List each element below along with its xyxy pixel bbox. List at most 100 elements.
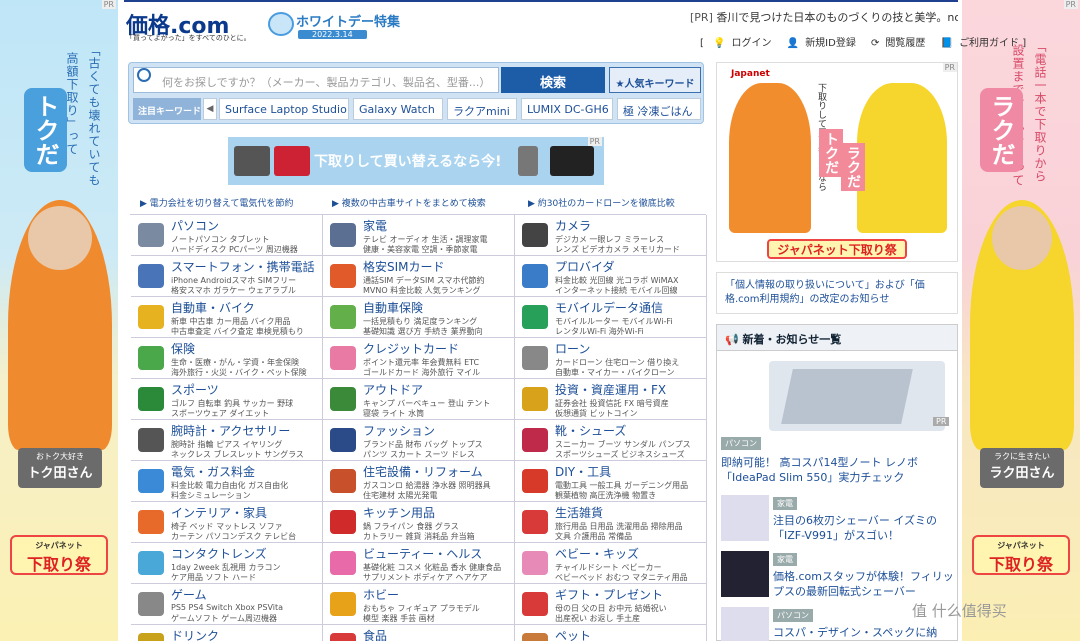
category-sublinks[interactable]: パンツ スカート スーツ ドレス — [363, 449, 513, 460]
category-cell[interactable]: モバイルデータ通信 モバイルルーター モバイルWi-Fi レンタルWi-Fi 海外W… — [515, 297, 707, 338]
category-cell[interactable]: ドリンク — [131, 625, 323, 641]
keyword-chip[interactable]: 極 冷凍ごはん — [617, 98, 701, 120]
category-sublinks[interactable]: 住宅建材 太陽光発電 — [363, 490, 513, 501]
category-name[interactable]: ベビー・キッズ — [555, 545, 639, 562]
category-cell[interactable]: ギフト・プレゼント 母の日 父の日 お中元 結婚祝い 出産祝い お返し 手土産 — [515, 584, 707, 625]
category-name[interactable]: コンタクトレンズ — [171, 545, 267, 562]
category-name[interactable]: ギフト・プレゼント — [555, 586, 663, 603]
category-sublinks[interactable]: 健康・美容家電 空調・季節家電 — [363, 244, 513, 255]
category-sublinks[interactable]: スポーツシューズ ビジネスシューズ — [555, 449, 705, 460]
category-cell[interactable]: 投資・資産運用・FX 証券会社 投資信託 FX 暗号資産 仮想通貨 ビットコイン — [515, 379, 707, 420]
category-sublinks[interactable]: レンタルWi-Fi 海外Wi-Fi — [555, 326, 705, 337]
category-cell[interactable]: 靴・シューズ スニーカー ブーツ サンダル パンプス スポーツシューズ ビジネスシュ… — [515, 420, 707, 461]
category-name[interactable]: 格安SIMカード — [363, 258, 445, 275]
category-name[interactable]: 住宅設備・リフォーム — [363, 463, 483, 480]
category-cell[interactable]: コンタクトレンズ 1day 2week 乱視用 カラコン ケア用品 ソフト ハード — [131, 543, 323, 584]
notice-link[interactable]: 「個人情報の取り扱いについて」および「価格.com利用規約」の改定のお知らせ — [716, 272, 958, 314]
news-thumbnail[interactable] — [721, 607, 769, 641]
news-item[interactable]: コスパ・デザイン・スペックに納 — [773, 625, 955, 640]
category-name[interactable]: ファッション — [363, 422, 435, 439]
category-sublinks[interactable]: ハードディスク PCパーツ 周辺機器 — [171, 244, 321, 255]
category-cell[interactable]: パソコン ノートパソコン タブレット ハードディスク PCパーツ 周辺機器 — [131, 215, 323, 256]
news-thumbnail[interactable] — [721, 495, 769, 541]
category-name[interactable]: 食品 — [363, 627, 387, 641]
search-button[interactable]: 検索 — [501, 67, 605, 93]
search-input[interactable]: 何をお探しですか？（メーカー、製品カテゴリ、製品名、型番...） — [133, 67, 499, 93]
category-name[interactable]: アウトドア — [363, 381, 423, 398]
category-cell[interactable]: ベビー・キッズ チャイルドシート ベビーカー ベビーベッド おむつ マタニティ用品 — [515, 543, 707, 584]
category-sublinks[interactable]: サプリメント ボディケア ヘアケア — [363, 572, 513, 583]
category-sublinks[interactable]: ゴールドカード 海外旅行 マイル — [363, 367, 513, 378]
keyword-chip[interactable]: Surface Laptop Studio — [219, 98, 349, 120]
category-sublinks[interactable]: 料金シミュレーション — [171, 490, 321, 501]
news-item[interactable]: 注目の6枚刃シェーバー イズミの「IZF-V991」がスゴい！ — [773, 513, 955, 543]
promo-link[interactable]: ▶ 電力会社を切り替えて電気代を節約 — [140, 196, 293, 209]
keyword-chip[interactable]: ラクアmini — [447, 98, 517, 120]
news-item[interactable]: 即納可能！ 高コスパ14型ノート レノボ「IdeaPad Slim 550」実力… — [721, 455, 955, 485]
trade-in-banner[interactable]: 下取りして買い替えるなら今! PR — [228, 137, 604, 185]
category-sublinks[interactable]: 海外旅行・火災・バイク・ペット保険 — [171, 367, 321, 378]
category-cell[interactable]: スマートフォン・携帯電話 iPhone Androidスマホ SIMフリー 格安スマ… — [131, 256, 323, 297]
category-sublinks[interactable]: 格安スマホ ガラケー ウェアラブル — [171, 285, 321, 296]
category-name[interactable]: カメラ — [555, 217, 591, 234]
category-cell[interactable]: 食品 — [323, 625, 515, 641]
white-day-banner[interactable]: ホワイトデー特集 2022.3.14 — [266, 9, 408, 41]
promo-link[interactable]: ▶ 約30社のカードローンを徹底比較 — [528, 196, 675, 209]
category-sublinks[interactable]: 寝袋 ライト 水筒 — [363, 408, 513, 419]
category-sublinks[interactable]: PS5 PS4 Switch Xbox PSVita — [171, 603, 321, 612]
category-sublinks[interactable]: 自動車・マイカー・バイクローン — [555, 367, 705, 378]
category-name[interactable]: 投資・資産運用・FX — [555, 381, 666, 398]
category-sublinks[interactable]: スポーツウェア ダイエット — [171, 408, 321, 419]
category-sublinks[interactable]: インターネット接続 モバイル回線 — [555, 285, 705, 296]
category-cell[interactable]: クレジットカード ポイント還元率 年会費無料 ETC ゴールドカード 海外旅行 マイ… — [323, 338, 515, 379]
category-cell[interactable]: スポーツ ゴルフ 自転車 釣具 サッカー 野球 スポーツウェア ダイエット — [131, 379, 323, 420]
category-sublinks[interactable]: 観葉植物 高圧洗浄機 物置き — [555, 490, 705, 501]
right-side-ad[interactable]: PR 「電話一本で下取りから 設置までおまかせ」って ラクだ ラクに生きたい ラ… — [962, 0, 1080, 641]
category-cell[interactable]: キッチン用品鍋 フライパン 食器 グラス カトラリー 雑貨 消耗品 弁当箱 — [323, 502, 515, 543]
category-sublinks[interactable]: レンズ ビデオカメラ メモリカード — [555, 244, 705, 255]
category-cell[interactable]: ローン カードローン 住宅ローン 借り換え 自動車・マイカー・バイクローン — [515, 338, 707, 379]
category-cell[interactable]: ビューティー・ヘルス 基礎化粧 コスメ 化粧品 香水 健康食品 サプリメント ボディ… — [323, 543, 515, 584]
category-name[interactable]: 家電 — [363, 217, 387, 234]
japanet-ad[interactable]: Japanet PR 下取りして買い替えるなら トクだ ラクだ ジャパネット下取… — [716, 62, 958, 262]
category-sublinks[interactable]: 基礎知識 選び方 手続き 業界動向 — [363, 326, 513, 337]
category-sublinks[interactable]: 模型 楽器 手芸 画材 — [363, 613, 513, 624]
category-name[interactable]: モバイルデータ通信 — [555, 299, 663, 316]
popular-keywords-button[interactable]: ★人気キーワード — [609, 67, 701, 93]
category-cell[interactable]: アウトドア キャンプ バーベキュー 登山 テント 寝袋 ライト 水筒 — [323, 379, 515, 420]
category-name[interactable]: キッチン用品 — [363, 504, 435, 521]
category-name[interactable]: スポーツ — [171, 381, 219, 398]
category-cell[interactable]: DIY・工具 電動工具 一般工具 ガーデニング用品 観葉植物 高圧洗浄機 物置き — [515, 461, 707, 502]
category-sublinks[interactable]: 出産祝い お返し 手土産 — [555, 613, 705, 624]
category-sublinks[interactable]: ケア用品 ソフト ハード — [171, 572, 321, 583]
category-name[interactable]: 腕時計・アクセサリー — [171, 422, 290, 439]
category-name[interactable]: ローン — [555, 340, 590, 357]
category-sublinks[interactable]: 文具 介護用品 常備品 — [555, 531, 705, 542]
category-cell[interactable]: 自動車・バイク 新車 中古車 カー用品 バイク用品 中古車査定 バイク査定 車検見積… — [131, 297, 323, 338]
category-name[interactable]: ビューティー・ヘルス — [363, 545, 482, 562]
category-name[interactable]: ペット — [555, 627, 591, 641]
category-cell[interactable]: 保険 生命・医療・がん・学資・年金保険 海外旅行・火災・バイク・ペット保険 — [131, 338, 323, 379]
category-name[interactable]: DIY・工具 — [555, 463, 611, 480]
category-cell[interactable]: カメラ デジカメ 一眼レフ ミラーレス レンズ ビデオカメラ メモリカード — [515, 215, 707, 256]
category-name[interactable]: インテリア・家具 — [171, 504, 267, 521]
keyword-prev-arrow[interactable]: ◀ — [203, 98, 217, 120]
category-name[interactable]: クレジットカード — [363, 340, 459, 357]
category-sublinks[interactable]: MVNO 料金比較 人気ランキング — [363, 285, 513, 296]
category-name[interactable]: 生活雑貨 — [555, 504, 603, 521]
category-cell[interactable]: 腕時計・アクセサリー 腕時計 指輪 ピアス イヤリング ネックレス ブレスレット サ… — [131, 420, 323, 461]
category-name[interactable]: ドリンク — [171, 627, 219, 641]
news-thumbnail[interactable] — [721, 551, 769, 597]
category-sublinks[interactable]: カーテン パソコンデスク テレビ台 — [171, 531, 321, 542]
category-cell[interactable]: プロバイダ 料金比較 光回線 光コラボ WiMAX インターネット接続 モバイル回線 — [515, 256, 707, 297]
left-side-ad[interactable]: PR 「古くても壊れていても 高額下取り」って トクだ おトク大好き トク田さん… — [0, 0, 118, 641]
category-sublinks[interactable]: ベビーベッド おむつ マタニティ用品 — [555, 572, 705, 583]
keyword-chip[interactable]: LUMIX DC-GH6 — [521, 98, 613, 120]
keyword-chip[interactable]: Galaxy Watch — [353, 98, 443, 120]
category-name[interactable]: 靴・シューズ — [555, 422, 626, 439]
news-item[interactable]: 価格.comスタッフが体験！フィリップスの最新回転式シェーバー — [773, 569, 955, 599]
category-sublinks[interactable]: 中古車査定 バイク査定 車検見積もり — [171, 326, 321, 337]
category-cell[interactable]: インテリア・家具 椅子 ベッド マットレス ソファ カーテン パソコンデスク テレビ… — [131, 502, 323, 543]
category-name[interactable]: 保険 — [171, 340, 195, 357]
category-name[interactable]: パソコン — [171, 217, 219, 234]
